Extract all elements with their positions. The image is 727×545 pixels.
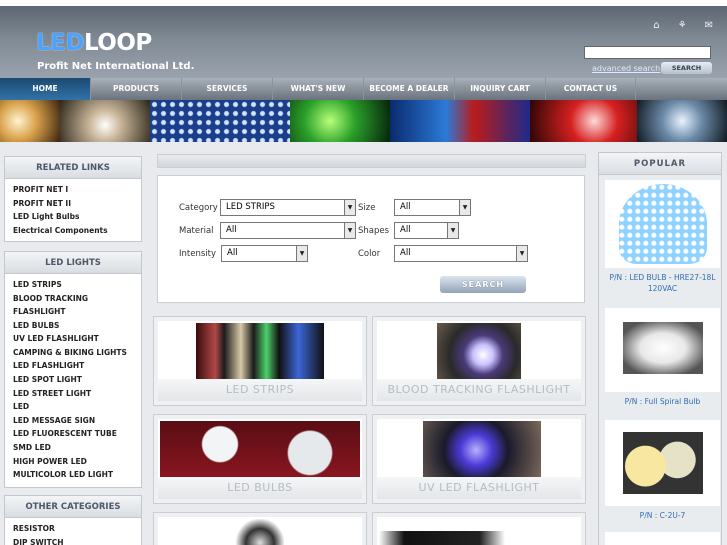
product-tile-5[interactable] bbox=[153, 512, 367, 545]
header-search-button[interactable]: SEARCH bbox=[661, 62, 712, 74]
nav-inquiry-cart[interactable]: INQUIRY CART bbox=[455, 78, 546, 100]
nav-services[interactable]: SERVICES bbox=[182, 78, 273, 100]
popular-item-caption[interactable]: P/N : Full Spiral Bulb bbox=[605, 396, 720, 407]
material-label: Material bbox=[179, 226, 214, 236]
category-link[interactable]: LED BULBS bbox=[13, 319, 141, 333]
advanced-search-link[interactable]: advanced search bbox=[592, 64, 660, 73]
popular-item-caption[interactable]: P/N : LED BULB - HRE27-18L 120VAC bbox=[605, 272, 720, 294]
logo[interactable]: LEDLOOP bbox=[36, 30, 152, 56]
chevron-down-icon: ▼ bbox=[516, 246, 527, 261]
intensity-label: Intensity bbox=[179, 249, 216, 259]
filter-search-button[interactable]: SEARCH bbox=[440, 276, 526, 293]
category-link[interactable]: DIP SWITCH bbox=[13, 536, 141, 545]
category-link[interactable]: MULTICOLOR LED LIGHT bbox=[13, 468, 141, 482]
sitemap-icon[interactable]: ⚘ bbox=[678, 20, 687, 31]
material-select[interactable]: All ▼ bbox=[220, 222, 356, 239]
product-tile-blood-tracking[interactable]: BLOOD TRACKING FLASHLIGHT bbox=[372, 316, 586, 406]
nav-become-dealer[interactable]: BECOME A DEALER bbox=[364, 78, 455, 100]
logo-loop-text: LOOP bbox=[83, 30, 152, 56]
intensity-select[interactable]: All ▼ bbox=[221, 245, 308, 262]
chevron-down-icon: ▼ bbox=[296, 246, 307, 261]
home-icon[interactable]: ⌂ bbox=[653, 20, 659, 31]
product-tile-led-strips[interactable]: LED STRIPS bbox=[153, 316, 367, 406]
category-link[interactable]: SMD LED bbox=[13, 441, 141, 455]
popular-item-image[interactable] bbox=[605, 420, 720, 506]
popular-item-image[interactable] bbox=[605, 308, 720, 392]
size-select[interactable]: All ▼ bbox=[394, 199, 471, 216]
shapes-value: All bbox=[400, 225, 411, 235]
category-link[interactable]: LED FLUORESCENT TUBE bbox=[13, 427, 141, 441]
category-link[interactable]: LED SPOT LIGHT bbox=[13, 373, 141, 387]
category-value: LED STRIPS bbox=[226, 202, 275, 212]
mail-icon[interactable]: ✉ bbox=[705, 20, 713, 31]
nav-whats-new[interactable]: WHAT'S NEW bbox=[273, 78, 364, 100]
category-link[interactable]: BLOOD TRACKING FLASHLIGHT bbox=[13, 292, 118, 319]
header: LEDLOOP Profit Net International Ltd. ⌂ … bbox=[0, 0, 727, 78]
category-label: Category bbox=[179, 203, 218, 213]
led-lights-panel: LED LIGHTS LED STRIPS BLOOD TRACKING FLA… bbox=[4, 251, 142, 488]
other-categories-panel: OTHER CATEGORIES RESISTOR DIP SWITCH bbox=[4, 495, 142, 545]
related-link[interactable]: PROFIT NET I bbox=[13, 183, 141, 197]
related-links-title: RELATED LINKS bbox=[5, 157, 141, 179]
related-link[interactable]: LED Light Bulbs bbox=[13, 210, 141, 224]
content-top-bar bbox=[157, 154, 586, 168]
size-value: All bbox=[400, 202, 411, 212]
product-image bbox=[437, 323, 521, 381]
intensity-value: All bbox=[227, 248, 238, 258]
product-image bbox=[379, 531, 505, 545]
category-link[interactable]: LED STREET LIGHT bbox=[13, 387, 141, 401]
product-title: LED STRIPS bbox=[158, 379, 362, 401]
category-link[interactable]: RESISTOR bbox=[13, 522, 141, 536]
chevron-down-icon: ▼ bbox=[344, 200, 355, 215]
popular-item-image[interactable] bbox=[605, 180, 720, 268]
product-title: BLOOD TRACKING FLASHLIGHT bbox=[377, 379, 581, 401]
related-links-panel: RELATED LINKS PROFIT NET I PROFIT NET II… bbox=[4, 156, 142, 242]
product-image bbox=[234, 519, 286, 545]
related-link[interactable]: PROFIT NET II bbox=[13, 197, 141, 211]
led-lights-title: LED LIGHTS bbox=[5, 252, 141, 274]
product-tile-uv-flashlight[interactable]: UV LED FLASHLIGHT bbox=[372, 414, 586, 504]
popular-title: POPULAR bbox=[599, 153, 721, 175]
led-banner bbox=[0, 100, 727, 142]
shapes-select[interactable]: All ▼ bbox=[394, 222, 459, 239]
category-link[interactable]: LED MESSAGE SIGN bbox=[13, 414, 141, 428]
shapes-label: Shapes bbox=[358, 226, 390, 236]
nav-home[interactable]: HOME bbox=[0, 78, 91, 100]
chevron-down-icon: ▼ bbox=[459, 200, 470, 215]
product-title: UV LED FLASHLIGHT bbox=[377, 477, 581, 499]
category-link[interactable]: HIGH POWER LED bbox=[13, 455, 141, 469]
product-tile-6[interactable] bbox=[372, 512, 586, 545]
other-categories-title: OTHER CATEGORIES bbox=[5, 496, 141, 518]
main-nav: HOME PRODUCTS SERVICES WHAT'S NEW BECOME… bbox=[0, 78, 727, 100]
size-label: Size bbox=[358, 203, 376, 213]
nav-contact-us[interactable]: CONTACT US bbox=[546, 78, 636, 100]
category-link[interactable]: LED FLASHLIGHT bbox=[13, 359, 141, 373]
top-icons: ⌂ ⚘ ✉ bbox=[653, 20, 713, 31]
color-value: All bbox=[400, 248, 411, 258]
product-tile-led-bulbs[interactable]: LED BULBS bbox=[153, 414, 367, 504]
related-link[interactable]: Electrical Components bbox=[13, 224, 141, 238]
product-title: LED BULBS bbox=[158, 477, 362, 499]
category-link[interactable]: LED STRIPS bbox=[13, 278, 141, 292]
category-select[interactable]: LED STRIPS ▼ bbox=[220, 199, 356, 216]
product-image bbox=[160, 421, 360, 479]
nav-products[interactable]: PRODUCTS bbox=[91, 78, 182, 100]
chevron-down-icon: ▼ bbox=[447, 223, 458, 238]
company-tagline: Profit Net International Ltd. bbox=[37, 61, 195, 72]
product-image bbox=[423, 421, 541, 479]
product-image bbox=[196, 323, 324, 381]
search-input[interactable] bbox=[584, 46, 711, 59]
popular-item-caption[interactable]: P/N : C-2U-7 bbox=[605, 510, 720, 521]
color-select[interactable]: All ▼ bbox=[394, 245, 528, 262]
category-link[interactable]: UV LED FLASHLIGHT bbox=[13, 332, 141, 346]
category-link[interactable]: CAMPING & BIKING LIGHTS bbox=[13, 346, 141, 360]
chevron-down-icon: ▼ bbox=[344, 223, 355, 238]
nav-spacer bbox=[636, 78, 727, 100]
category-link[interactable]: LED bbox=[13, 400, 141, 414]
color-label: Color bbox=[358, 249, 381, 259]
popular-item-image[interactable] bbox=[605, 532, 720, 545]
material-value: All bbox=[226, 225, 237, 235]
logo-led-text: LED bbox=[36, 30, 84, 56]
